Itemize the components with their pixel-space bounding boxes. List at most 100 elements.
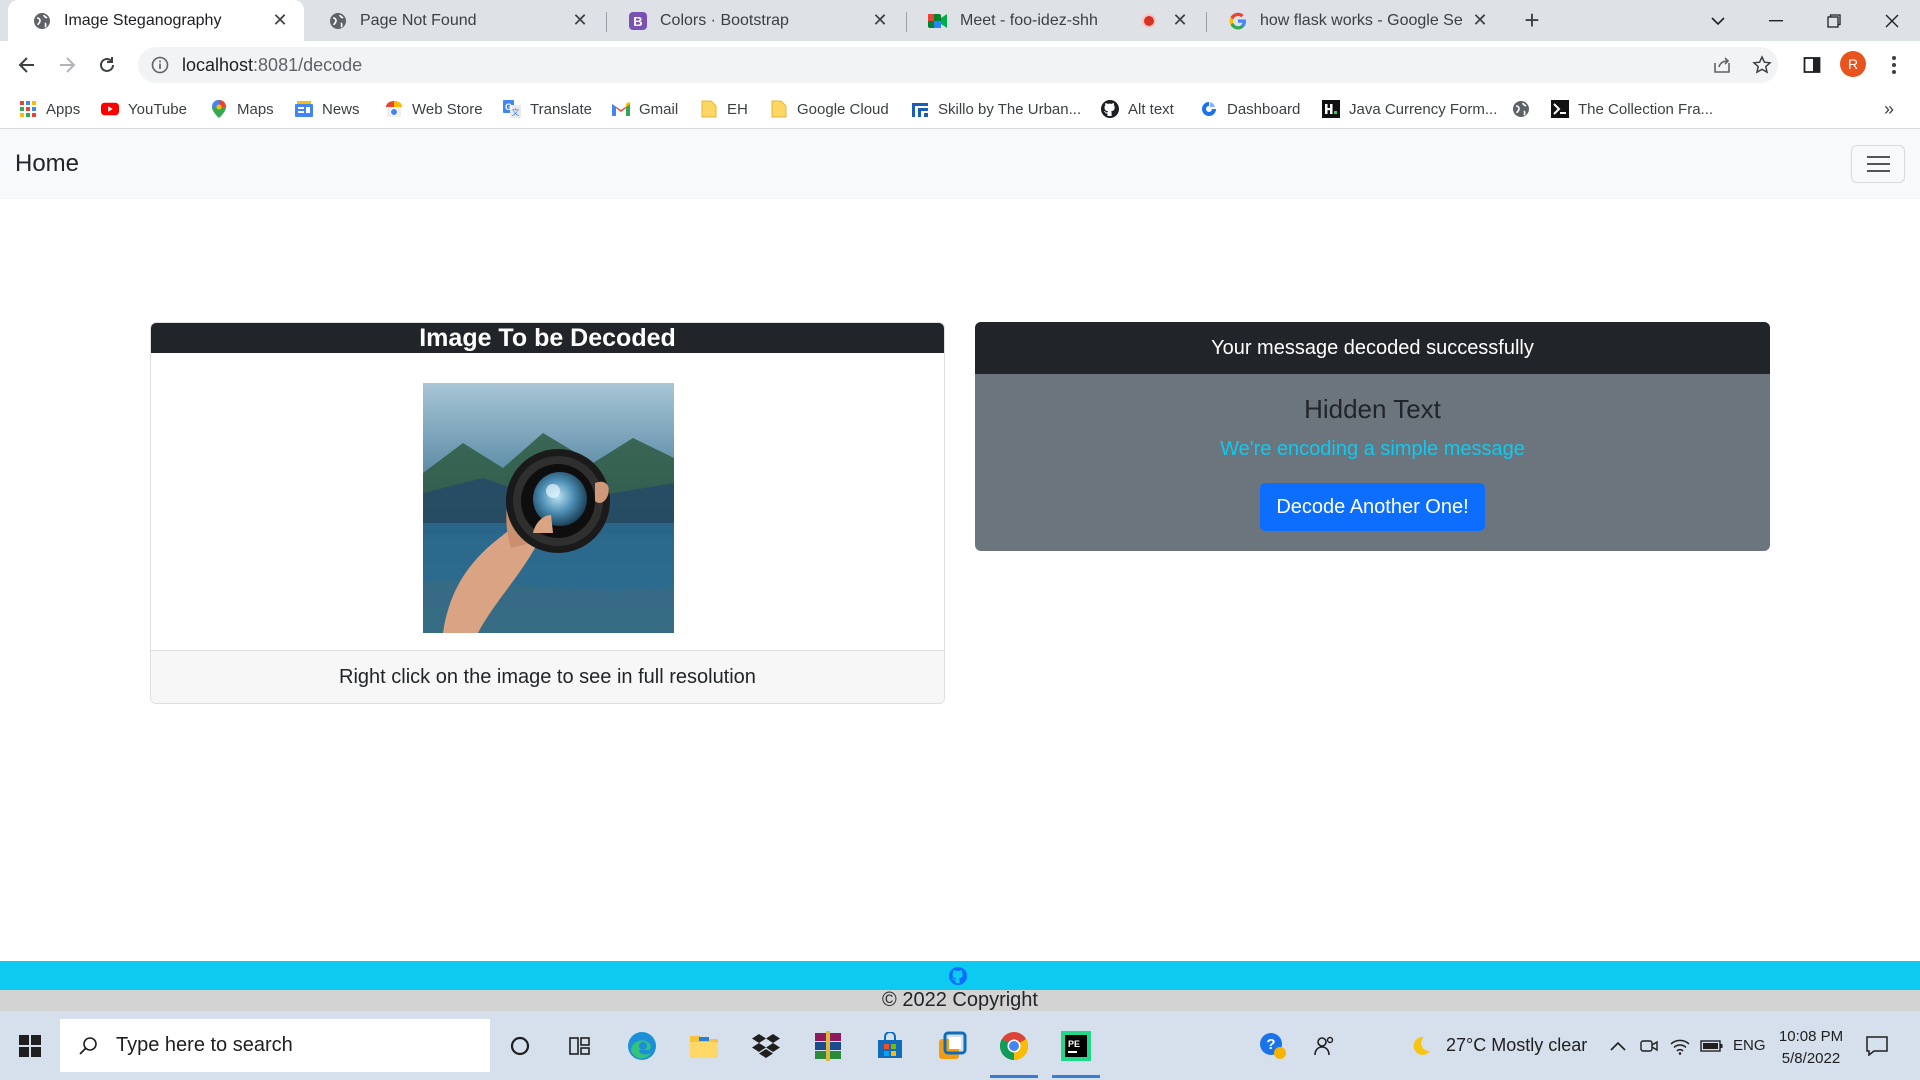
close-icon[interactable]: ✕	[570, 10, 590, 31]
close-icon[interactable]: ✕	[1170, 10, 1190, 31]
address-bar[interactable]: localhost:8081/decode	[138, 47, 1778, 83]
language-indicator[interactable]: ENG	[1733, 1011, 1766, 1080]
snipping-tool-icon[interactable]	[924, 1019, 980, 1072]
bookmark-label: EH	[727, 100, 748, 118]
microsoft-store-icon[interactable]	[862, 1019, 918, 1072]
moon-icon	[1408, 1034, 1432, 1058]
bookmark-youtube[interactable]: YouTube	[101, 97, 187, 121]
meet-now-icon[interactable]	[1640, 1011, 1658, 1080]
footer-copyright: © 2022 Copyright	[0, 990, 1920, 1011]
browser-toolbar: localhost:8081/decode	[0, 41, 1920, 89]
github-icon[interactable]	[949, 967, 967, 985]
weather-widget[interactable]: 27°C Mostly clear	[1408, 1011, 1587, 1080]
wifi-icon[interactable]	[1670, 1011, 1690, 1080]
tab-strip: Image Steganography ✕ Page Not Found ✕ B…	[0, 0, 1920, 41]
bookmark-star-icon[interactable]	[1744, 47, 1780, 83]
bookmark-maps[interactable]: Maps	[210, 97, 274, 121]
tab-image-steganography[interactable]: Image Steganography ✕	[8, 0, 304, 41]
winrar-icon[interactable]	[800, 1019, 856, 1072]
url-text: localhost:8081/decode	[182, 55, 362, 76]
edge-icon[interactable]	[614, 1019, 670, 1072]
bookmark-java-currency[interactable]: Java Currency Form...	[1322, 97, 1497, 121]
bookmark-label: Google Cloud	[797, 100, 889, 118]
forward-icon[interactable]	[51, 49, 83, 81]
more-bookmarks-icon[interactable]: »	[1884, 97, 1894, 121]
close-icon[interactable]: ✕	[1470, 10, 1490, 31]
reload-icon[interactable]	[91, 49, 123, 81]
cortana-icon[interactable]	[492, 1019, 548, 1072]
bookmark-label: Skillo by The Urban...	[938, 100, 1082, 118]
decoded-image[interactable]	[423, 383, 674, 633]
bookmark-label: Java Currency Form...	[1349, 100, 1498, 118]
github-icon	[1101, 100, 1119, 118]
restore-icon[interactable]	[1806, 0, 1862, 41]
decoded-message: We're encoding a simple message	[1220, 438, 1525, 460]
bookmark-apps[interactable]: Apps	[19, 97, 80, 121]
bookmark-alt-text[interactable]: Alt text	[1101, 97, 1174, 121]
show-hidden-icons-chevron-icon[interactable]	[1610, 1011, 1626, 1080]
windows-start-icon[interactable]	[0, 1011, 60, 1080]
bookmark-web-store[interactable]: Web Store	[385, 97, 483, 121]
close-icon[interactable]: ✕	[870, 10, 890, 31]
url-host: localhost	[182, 54, 254, 75]
people-icon[interactable]	[1314, 1011, 1336, 1080]
folder-icon	[700, 100, 718, 118]
help-icon[interactable]: ?	[1258, 1011, 1288, 1080]
skillo-icon	[911, 100, 929, 118]
back-icon[interactable]	[11, 49, 43, 81]
bookmark-collection-framework[interactable]: The Collection Fra...	[1551, 97, 1713, 121]
bookmark-label: Maps	[237, 100, 274, 118]
decode-another-button[interactable]: Decode Another One!	[1260, 483, 1485, 531]
bookmark-globe[interactable]	[1512, 97, 1539, 121]
tab-meet[interactable]: Meet - foo-idez-shh ✕	[904, 0, 1204, 41]
tab-colors-bootstrap[interactable]: B Colors · Bootstrap ✕	[604, 0, 904, 41]
url-path: :8081/decode	[253, 54, 363, 75]
folder-icon	[770, 100, 788, 118]
search-icon	[76, 1034, 100, 1058]
close-window-icon[interactable]	[1864, 0, 1920, 41]
dropbox-icon[interactable]	[738, 1019, 794, 1072]
meet-icon	[928, 11, 948, 31]
bookmark-news[interactable]: News	[295, 97, 360, 121]
menu-dots-icon[interactable]	[1876, 47, 1912, 83]
minimize-icon[interactable]	[1748, 0, 1804, 41]
bookmark-dashboard[interactable]: Dashboard	[1200, 97, 1300, 121]
bookmark-label: Web Store	[412, 100, 483, 118]
battery-icon[interactable]	[1700, 1011, 1724, 1080]
navbar-brand-home[interactable]: Home	[15, 150, 79, 178]
bookmark-google-cloud[interactable]: Google Cloud	[770, 97, 889, 121]
navbar-toggler-hamburger-icon[interactable]	[1851, 145, 1905, 183]
clock-time: 10:08 PM	[1778, 1028, 1844, 1045]
pycharm-icon[interactable]: PE	[1048, 1019, 1104, 1078]
task-view-icon[interactable]	[552, 1019, 608, 1072]
tab-page-not-found[interactable]: Page Not Found ✕	[304, 0, 604, 41]
youtube-icon	[101, 100, 119, 118]
bookmark-skillo[interactable]: Skillo by The Urban...	[911, 97, 1081, 121]
tab-google-search[interactable]: how flask works - Google Search ✕	[1204, 0, 1504, 41]
bookmark-translate[interactable]: G文 Translate	[503, 97, 592, 121]
notifications-icon[interactable]	[1866, 1011, 1888, 1080]
site-info-icon[interactable]	[150, 55, 170, 75]
taskbar-search-box[interactable]: Type here to search	[60, 1019, 490, 1072]
side-panel-icon[interactable]	[1794, 47, 1830, 83]
svg-text:PE: PE	[1068, 1039, 1080, 1049]
taskbar-clock[interactable]: 10:08 PM 5/8/2022	[1766, 1026, 1856, 1070]
new-tab-icon[interactable]: +	[1518, 5, 1546, 35]
recording-icon	[1142, 13, 1156, 28]
result-card-header: Your message decoded successfully	[975, 322, 1770, 374]
web-page: Home Image To be Decoded Right click on …	[0, 129, 1920, 1011]
bookmark-gmail[interactable]: Gmail	[612, 97, 678, 121]
close-icon[interactable]: ✕	[270, 10, 290, 31]
bookmark-eh[interactable]: EH	[700, 97, 748, 121]
apps-grid-icon	[19, 100, 37, 118]
news-icon	[295, 100, 313, 118]
file-explorer-icon[interactable]	[676, 1019, 732, 1072]
tab-search-icon[interactable]	[1690, 0, 1746, 41]
java-icon	[1322, 100, 1340, 118]
footer-social-bar	[0, 961, 1920, 990]
translate-icon: G文	[503, 100, 521, 118]
profile-avatar[interactable]: R	[1840, 51, 1866, 77]
windows-taskbar: Type here to search PE ? 27°C Mostly cle…	[0, 1011, 1920, 1080]
share-icon[interactable]	[1704, 47, 1740, 83]
chrome-icon[interactable]	[986, 1019, 1042, 1078]
